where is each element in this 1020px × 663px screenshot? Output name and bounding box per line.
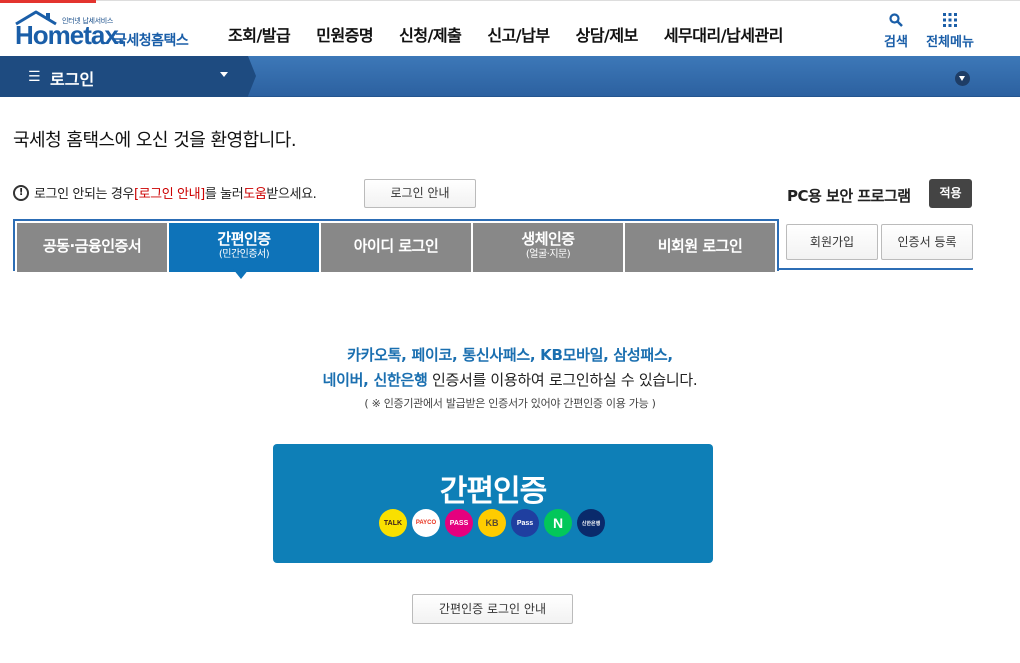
login-notice: ! 로그인 안되는 경우 [로그인 안내] 를 눌러 도움 받으세요. <box>13 183 317 202</box>
cert-register-button[interactable]: 인증서 등록 <box>881 224 973 260</box>
hometax-logo[interactable]: 인터넷 납세서비스 Hometax. 국세청홈택스 <box>12 10 197 52</box>
easy-auth-note: ( ※ 인증기관에서 발급받은 인증서가 있어야 간편인증 이용 가능 ) <box>364 397 656 410</box>
site-header: 인터넷 납세서비스 Hometax. 국세청홈택스 조회/발급 민원증명 신청/… <box>0 4 1020 56</box>
active-tab-arrow <box>233 269 249 279</box>
shinhan-icon: 신한은행 <box>577 509 605 537</box>
kakao-icon: TALK <box>379 509 407 537</box>
nav-item-filing[interactable]: 신고/납부 <box>487 22 550 46</box>
caret-down-icon <box>220 72 228 77</box>
main-nav: 조회/발급 민원증명 신청/제출 신고/납부 상담/제보 세무대리/납세관리 <box>228 22 809 46</box>
search-button[interactable]: 검색 <box>882 12 910 50</box>
naver-icon: N <box>544 509 572 537</box>
login-guide-button[interactable]: 로그인 안내 <box>364 179 476 208</box>
hamburger-icon: ☰ <box>28 69 41 85</box>
tab-joint-certificate[interactable]: 공동·금융인증서 <box>17 223 167 272</box>
grid-menu-icon <box>943 13 957 27</box>
payco-icon: PAYCO <box>412 509 440 537</box>
nav-item-certificate[interactable]: 민원증명 <box>316 22 373 46</box>
easy-auth-label: 간편인증 <box>439 474 547 509</box>
search-label: 검색 <box>884 35 908 50</box>
location-dropdown[interactable]: ☰ 로그인 <box>0 56 256 97</box>
samsung-pass-icon: Pass <box>511 509 539 537</box>
provider-list-text: 카카오톡, 페이코, 통신사패스, KB모바일, 삼성패스, <box>347 346 673 364</box>
pass-icon: PASS <box>445 509 473 537</box>
tab-id-login[interactable]: 아이디 로그인 <box>321 223 471 272</box>
logo-org-name: 국세청홈택스 <box>114 33 189 49</box>
tab-non-member[interactable]: 비회원 로그인 <box>625 223 775 272</box>
join-button[interactable]: 회원가입 <box>786 224 878 260</box>
kb-icon: KB <box>478 509 506 537</box>
easy-auth-guide-button[interactable]: 간편인증 로그인 안내 <box>412 594 573 624</box>
nav-item-lookup[interactable]: 조회/발급 <box>228 22 291 46</box>
location-bar: ☰ 로그인 <box>0 56 1020 97</box>
notice-highlight: [로그인 안내] <box>133 187 205 202</box>
tab-biometric[interactable]: 생체인증 (얼굴·지문) <box>473 223 623 272</box>
exclamation-icon: ! <box>13 184 29 201</box>
welcome-message: 국세청 홈택스에 오신 것을 환영합니다. <box>13 130 297 151</box>
all-menu-label: 전체메뉴 <box>926 35 974 50</box>
pc-security-label: PC용 보안 프로그램 <box>787 187 911 205</box>
notice-help: 도움 <box>243 187 267 202</box>
search-icon <box>889 13 903 27</box>
location-title: 로그인 <box>50 70 95 89</box>
chevron-down-circle-icon[interactable] <box>955 71 970 86</box>
provider-icons: TALK PAYCO PASS KB Pass N 신한은행 <box>379 509 610 537</box>
nav-item-consult[interactable]: 상담/제보 <box>576 22 639 46</box>
apply-security-button[interactable]: 적용 <box>929 179 972 208</box>
nav-item-application[interactable]: 신청/제출 <box>399 22 462 46</box>
logo-wordmark: Hometax. <box>15 20 125 50</box>
tab-easy-auth[interactable]: 간편인증 (민간인증서) <box>169 223 319 272</box>
provider-usage-text: 네이버, 신한은행 인증서를 이용하여 로그인하실 수 있습니다. <box>322 371 698 389</box>
tabs-underline <box>779 268 973 270</box>
nav-item-agent[interactable]: 세무대리/납세관리 <box>664 22 784 46</box>
login-tabs: 공동·금융인증서 간편인증 (민간인증서) 아이디 로그인 생체인증 (얼굴·지… <box>13 219 779 272</box>
all-menu-button[interactable]: 전체메뉴 <box>922 12 978 50</box>
easy-auth-button[interactable]: 간편인증 TALK PAYCO PASS KB Pass N 신한은행 <box>273 444 713 563</box>
